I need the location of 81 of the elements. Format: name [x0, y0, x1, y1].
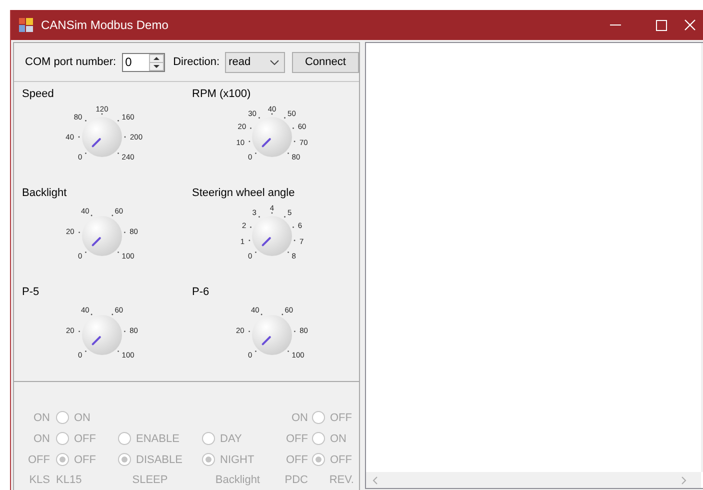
tick-mark	[85, 350, 86, 352]
tick-mark	[248, 240, 250, 242]
group-caption: PDC	[284, 474, 308, 486]
tick-mark	[101, 113, 103, 115]
direction-dropdown[interactable]: read	[224, 52, 285, 72]
tick-mark	[255, 152, 256, 154]
tick-mark	[112, 314, 114, 316]
state-label: ON	[34, 412, 50, 424]
tick-mark	[284, 216, 286, 218]
knob[interactable]	[82, 315, 122, 355]
tick-mark	[288, 252, 289, 253]
knob[interactable]	[82, 117, 122, 157]
tick-mark	[248, 140, 250, 142]
tick-mark	[118, 252, 119, 253]
group-caption: Backlight	[215, 474, 260, 486]
state-label: ON	[34, 432, 50, 444]
tick-mark	[250, 226, 252, 228]
tick-mark	[292, 226, 294, 228]
scroll-right-icon[interactable]	[681, 476, 687, 484]
tick-mark	[255, 252, 256, 253]
tick-mark	[78, 136, 80, 138]
window-grid-icon	[19, 18, 33, 32]
tick-mark	[85, 152, 86, 154]
tick-mark	[124, 330, 126, 332]
state-label: OFF	[286, 432, 308, 444]
tick-mark	[294, 240, 296, 242]
group-caption: KLS	[29, 474, 50, 486]
horizontal-scrollbar[interactable]	[366, 472, 701, 488]
tick-mark	[250, 128, 252, 129]
connect-button[interactable]: Connect	[292, 52, 359, 72]
tick-mark	[282, 314, 284, 316]
tick-mark	[78, 232, 80, 234]
group-caption: REV.	[329, 474, 354, 486]
tick-mark	[271, 212, 273, 214]
port-number-label: COM port number:	[25, 56, 116, 68]
tick-mark	[288, 152, 289, 154]
tick-mark	[78, 330, 80, 332]
tick-mark	[294, 140, 296, 142]
maximize-icon	[656, 20, 666, 30]
minimize-icon	[610, 24, 620, 26]
state-label: OFF	[28, 454, 50, 466]
state-label: ON	[292, 412, 308, 424]
gauge-label: Speed	[22, 87, 55, 101]
tick-mark	[90, 314, 92, 316]
tick-mark	[112, 214, 114, 216]
group-caption: SLEEP	[132, 474, 168, 486]
tick-mark	[288, 350, 289, 352]
group-caption: KL15	[56, 474, 82, 486]
tick-mark	[258, 117, 260, 119]
tick-mark	[255, 350, 256, 352]
direction-label: Direction:	[173, 56, 220, 68]
tick-mark	[85, 252, 86, 253]
gauge-label: Steerign wheel angle	[192, 186, 296, 200]
spinner-arrows-icon[interactable]	[149, 54, 164, 70]
knob[interactable]	[252, 216, 292, 256]
tick-mark	[118, 152, 119, 154]
tick-mark	[260, 314, 262, 316]
state-label: OFF	[286, 454, 308, 466]
close-icon	[684, 19, 696, 31]
gauge-label: RPM (x100)	[192, 87, 252, 101]
tick-mark	[124, 136, 126, 138]
scroll-left-icon[interactable]	[372, 476, 378, 484]
gauge-label: P-6	[192, 285, 210, 299]
knob[interactable]	[252, 315, 292, 355]
tick-mark	[271, 113, 273, 115]
tick-mark	[284, 117, 286, 119]
tick-mark	[248, 330, 250, 332]
tick-mark	[85, 120, 86, 122]
tick-mark	[90, 214, 92, 216]
knob[interactable]	[252, 117, 292, 157]
tick-mark	[294, 330, 296, 332]
gauge-label: P-5	[22, 285, 40, 299]
tick-mark	[118, 120, 119, 122]
caret-icon	[270, 60, 279, 64]
gauge-label: Backlight	[22, 186, 68, 200]
tick-mark	[258, 216, 260, 218]
window-title: CANSim Modbus Demo	[41, 18, 170, 32]
knob[interactable]	[82, 216, 122, 256]
tick-mark	[292, 128, 294, 129]
tick-mark	[118, 350, 119, 352]
tick-mark	[124, 232, 126, 234]
